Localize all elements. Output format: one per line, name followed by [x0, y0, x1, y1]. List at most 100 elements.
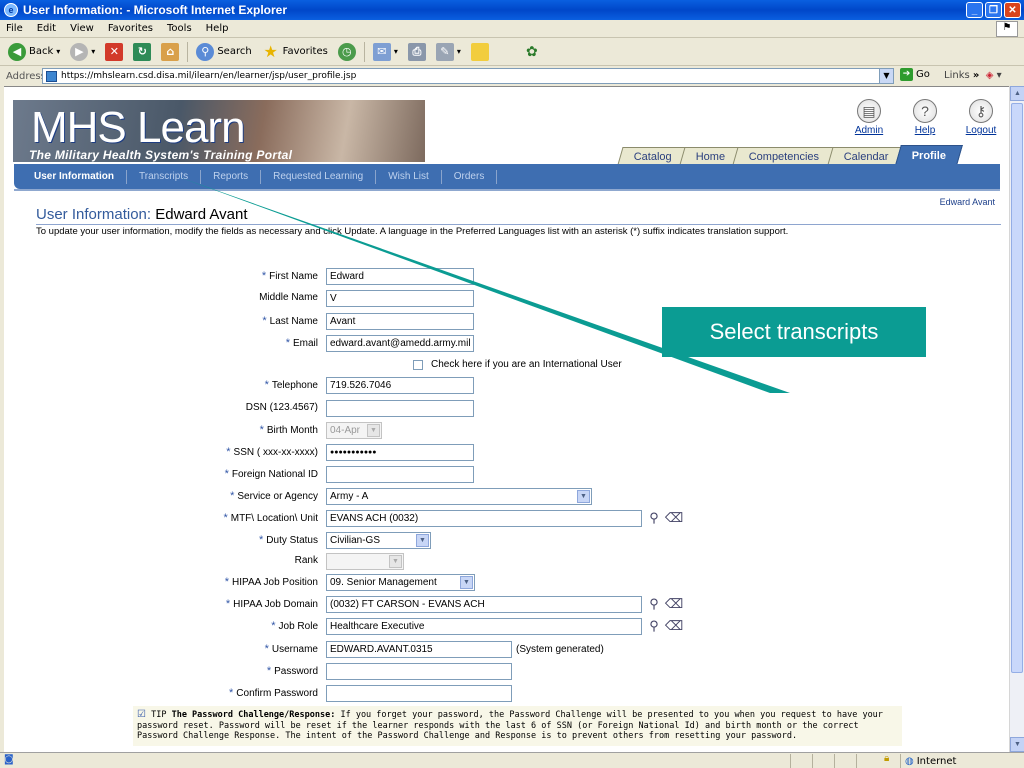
username-field[interactable]: EDWARD.AVANT.0315 — [326, 641, 512, 658]
duty-status-select[interactable]: Civilian-GS ▼ — [326, 532, 431, 549]
rank-select[interactable]: ▼ — [326, 553, 404, 570]
email-field[interactable]: edward.avant@amedd.army.mil — [326, 335, 474, 352]
hipaa-position-label: * HIPAA Job Position — [224, 576, 318, 588]
password-field[interactable] — [326, 663, 512, 680]
tab-competencies[interactable]: Competencies — [732, 147, 837, 165]
search-lookup-icon[interactable]: ⚲ — [646, 618, 662, 634]
chevron-down-icon: ▼ — [367, 424, 380, 437]
tab-profile[interactable]: Profile — [895, 145, 964, 165]
eraser-icon[interactable]: ⌫ — [665, 510, 683, 526]
mtf-field[interactable]: EVANS ACH (0032) — [326, 510, 642, 527]
scroll-down-icon[interactable]: ▼ — [1010, 737, 1024, 752]
search-button[interactable]: ⚲ Search — [194, 41, 253, 63]
job-role-label: * Job Role — [271, 620, 318, 632]
tab-calendar[interactable]: Calendar — [827, 147, 905, 165]
foreign-id-label: * Foreign National ID — [224, 468, 318, 480]
messenger-icon: ✿ — [526, 43, 538, 60]
username-note: (System generated) — [516, 644, 604, 655]
admin-link[interactable]: ▤ Admin — [851, 99, 887, 136]
middle-name-field[interactable]: V — [326, 290, 474, 307]
close-button[interactable]: ✕ — [1004, 2, 1021, 18]
dsn-field[interactable] — [326, 400, 474, 417]
first-name-field[interactable]: Edward — [326, 268, 474, 285]
service-label: * Service or Agency — [230, 490, 318, 502]
print-button[interactable]: ⎙ — [406, 41, 428, 63]
ssn-field[interactable]: ●●●●●●●●●●● — [326, 444, 474, 461]
mail-button[interactable]: ✉ ▾ — [371, 41, 400, 63]
history-button[interactable]: ◷ — [336, 41, 358, 63]
chevron-down-icon: ▼ — [577, 490, 590, 503]
subnav-reports[interactable]: Reports — [201, 170, 262, 184]
forward-arrow-icon: ▶ — [70, 42, 89, 61]
last-name-field[interactable]: Avant — [326, 313, 474, 330]
logout-link[interactable]: ⚷ Logout — [963, 99, 999, 136]
chevron-down-icon: ▼ — [460, 576, 473, 589]
window-title: User Information: - Microsoft Internet E… — [23, 3, 288, 17]
refresh-button[interactable]: ↻ — [131, 41, 153, 63]
rank-label: Rank — [294, 555, 318, 566]
subnav-requested-learning[interactable]: Requested Learning — [261, 170, 377, 184]
service-select[interactable]: Army - A ▼ — [326, 488, 592, 505]
international-user-checkbox[interactable] — [413, 360, 423, 370]
tip-heading: The Password Challenge/Response: — [171, 710, 336, 720]
lock-icon: 🔒︎ — [884, 753, 890, 764]
forward-button[interactable]: ▶ ▾ — [68, 41, 97, 63]
scroll-up-icon[interactable]: ▲ — [1010, 86, 1024, 101]
vertical-scrollbar[interactable]: ▲ ▼ — [1009, 86, 1024, 752]
go-button[interactable]: ➔ Go — [900, 68, 930, 81]
stop-icon: ✕ — [105, 42, 124, 61]
title-divider — [36, 224, 1001, 225]
subnav-orders[interactable]: Orders — [442, 170, 498, 184]
page-done-icon: ◙ — [4, 754, 14, 765]
menu-help[interactable]: Help — [206, 23, 229, 34]
address-label: Address — [6, 70, 46, 82]
subnav-transcripts[interactable]: Transcripts — [127, 170, 202, 184]
address-input[interactable]: https://mhslearn.csd.disa.mil/ilearn/en/… — [42, 68, 894, 84]
birth-month-select[interactable]: 04-Apr ▼ — [326, 422, 382, 439]
maximize-button[interactable]: ❐ — [985, 2, 1002, 18]
favorites-button[interactable]: ★ Favorites — [260, 41, 330, 63]
search-lookup-icon[interactable]: ⚲ — [646, 510, 662, 526]
minimize-button[interactable]: _ — [966, 2, 983, 18]
scroll-thumb[interactable] — [1011, 103, 1023, 673]
tab-catalog[interactable]: Catalog — [617, 147, 689, 165]
search-lookup-icon[interactable]: ⚲ — [646, 596, 662, 612]
help-link[interactable]: ? Help — [907, 99, 943, 136]
sub-navigation-bar: User Information Transcripts Reports Req… — [14, 164, 1000, 191]
menu-tools[interactable]: Tools — [167, 23, 192, 34]
go-arrow-icon: ➔ — [900, 68, 913, 81]
email-label: * Email — [285, 337, 318, 349]
job-role-field[interactable]: Healthcare Executive — [326, 618, 642, 635]
subnav-user-information[interactable]: User Information — [28, 170, 128, 184]
hipaa-position-select[interactable]: 09. Senior Management ▼ — [326, 574, 475, 591]
eraser-icon[interactable]: ⌫ — [665, 618, 683, 634]
windows-flag-icon: ⚑ — [996, 21, 1018, 37]
confirm-password-field[interactable] — [326, 685, 512, 702]
messenger-button[interactable]: ✿ — [521, 41, 543, 63]
edit-icon: ✎ — [435, 42, 454, 61]
history-icon: ◷ — [337, 42, 356, 61]
subnav-wish-list[interactable]: Wish List — [376, 170, 442, 184]
page-title-name: Edward Avant — [155, 206, 248, 223]
folder-icon — [470, 42, 489, 61]
stop-button[interactable]: ✕ — [103, 41, 125, 63]
hipaa-domain-field[interactable]: (0032) FT CARSON - EVANS ACH — [326, 596, 642, 613]
telephone-label: * Telephone — [264, 379, 318, 391]
menu-edit[interactable]: Edit — [37, 23, 56, 34]
admin-icon: ▤ — [857, 99, 881, 123]
address-bar: Address https://mhslearn.csd.disa.mil/il… — [0, 67, 1024, 85]
menu-file[interactable]: File — [6, 23, 23, 34]
foreign-id-field[interactable] — [326, 466, 474, 483]
edit-button[interactable]: ✎ ▾ — [434, 41, 463, 63]
telephone-field[interactable]: 719.526.7046 — [326, 377, 474, 394]
back-button[interactable]: ◀ Back ▾ — [6, 41, 62, 63]
duty-status-label: * Duty Status — [259, 534, 318, 546]
home-button[interactable]: ⌂ — [159, 41, 181, 63]
discuss-button[interactable] — [469, 41, 491, 63]
eraser-icon[interactable]: ⌫ — [665, 596, 683, 612]
links-button[interactable]: Links » ◈ ▾ — [944, 70, 1002, 81]
address-dropdown-icon[interactable]: ▼ — [879, 69, 893, 83]
menu-favorites[interactable]: Favorites — [108, 23, 153, 34]
key-icon: ⚷ — [969, 99, 993, 123]
menu-view[interactable]: View — [70, 23, 94, 34]
